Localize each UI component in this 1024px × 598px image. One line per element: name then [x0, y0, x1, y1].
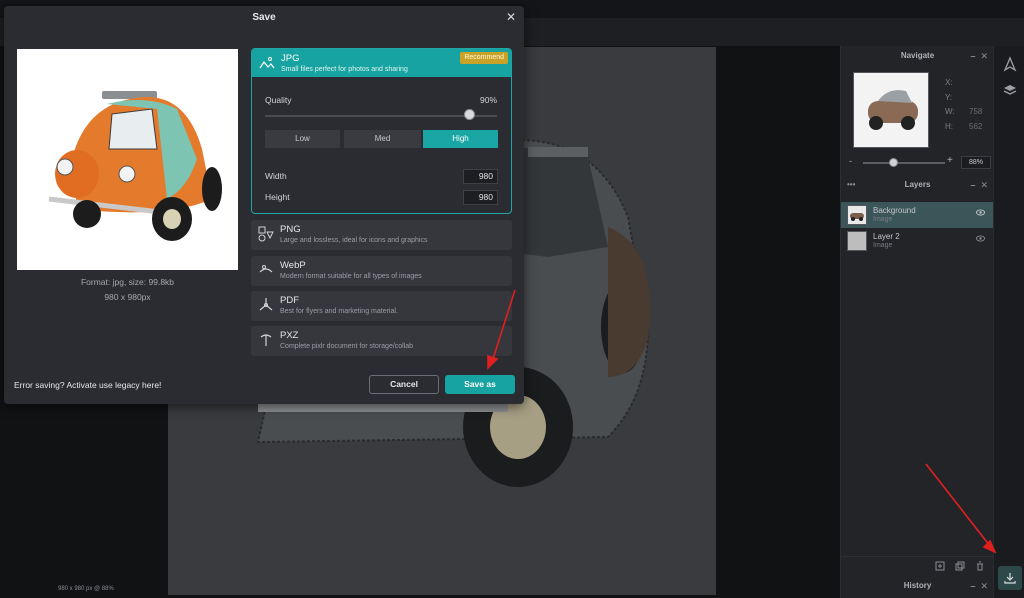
arrow-to-save-as [491, 289, 516, 363]
arrow-head [487, 354, 499, 370]
arrow-to-export [925, 463, 991, 547]
arrow-head [982, 539, 997, 554]
annotation-arrows [487, 289, 997, 554]
